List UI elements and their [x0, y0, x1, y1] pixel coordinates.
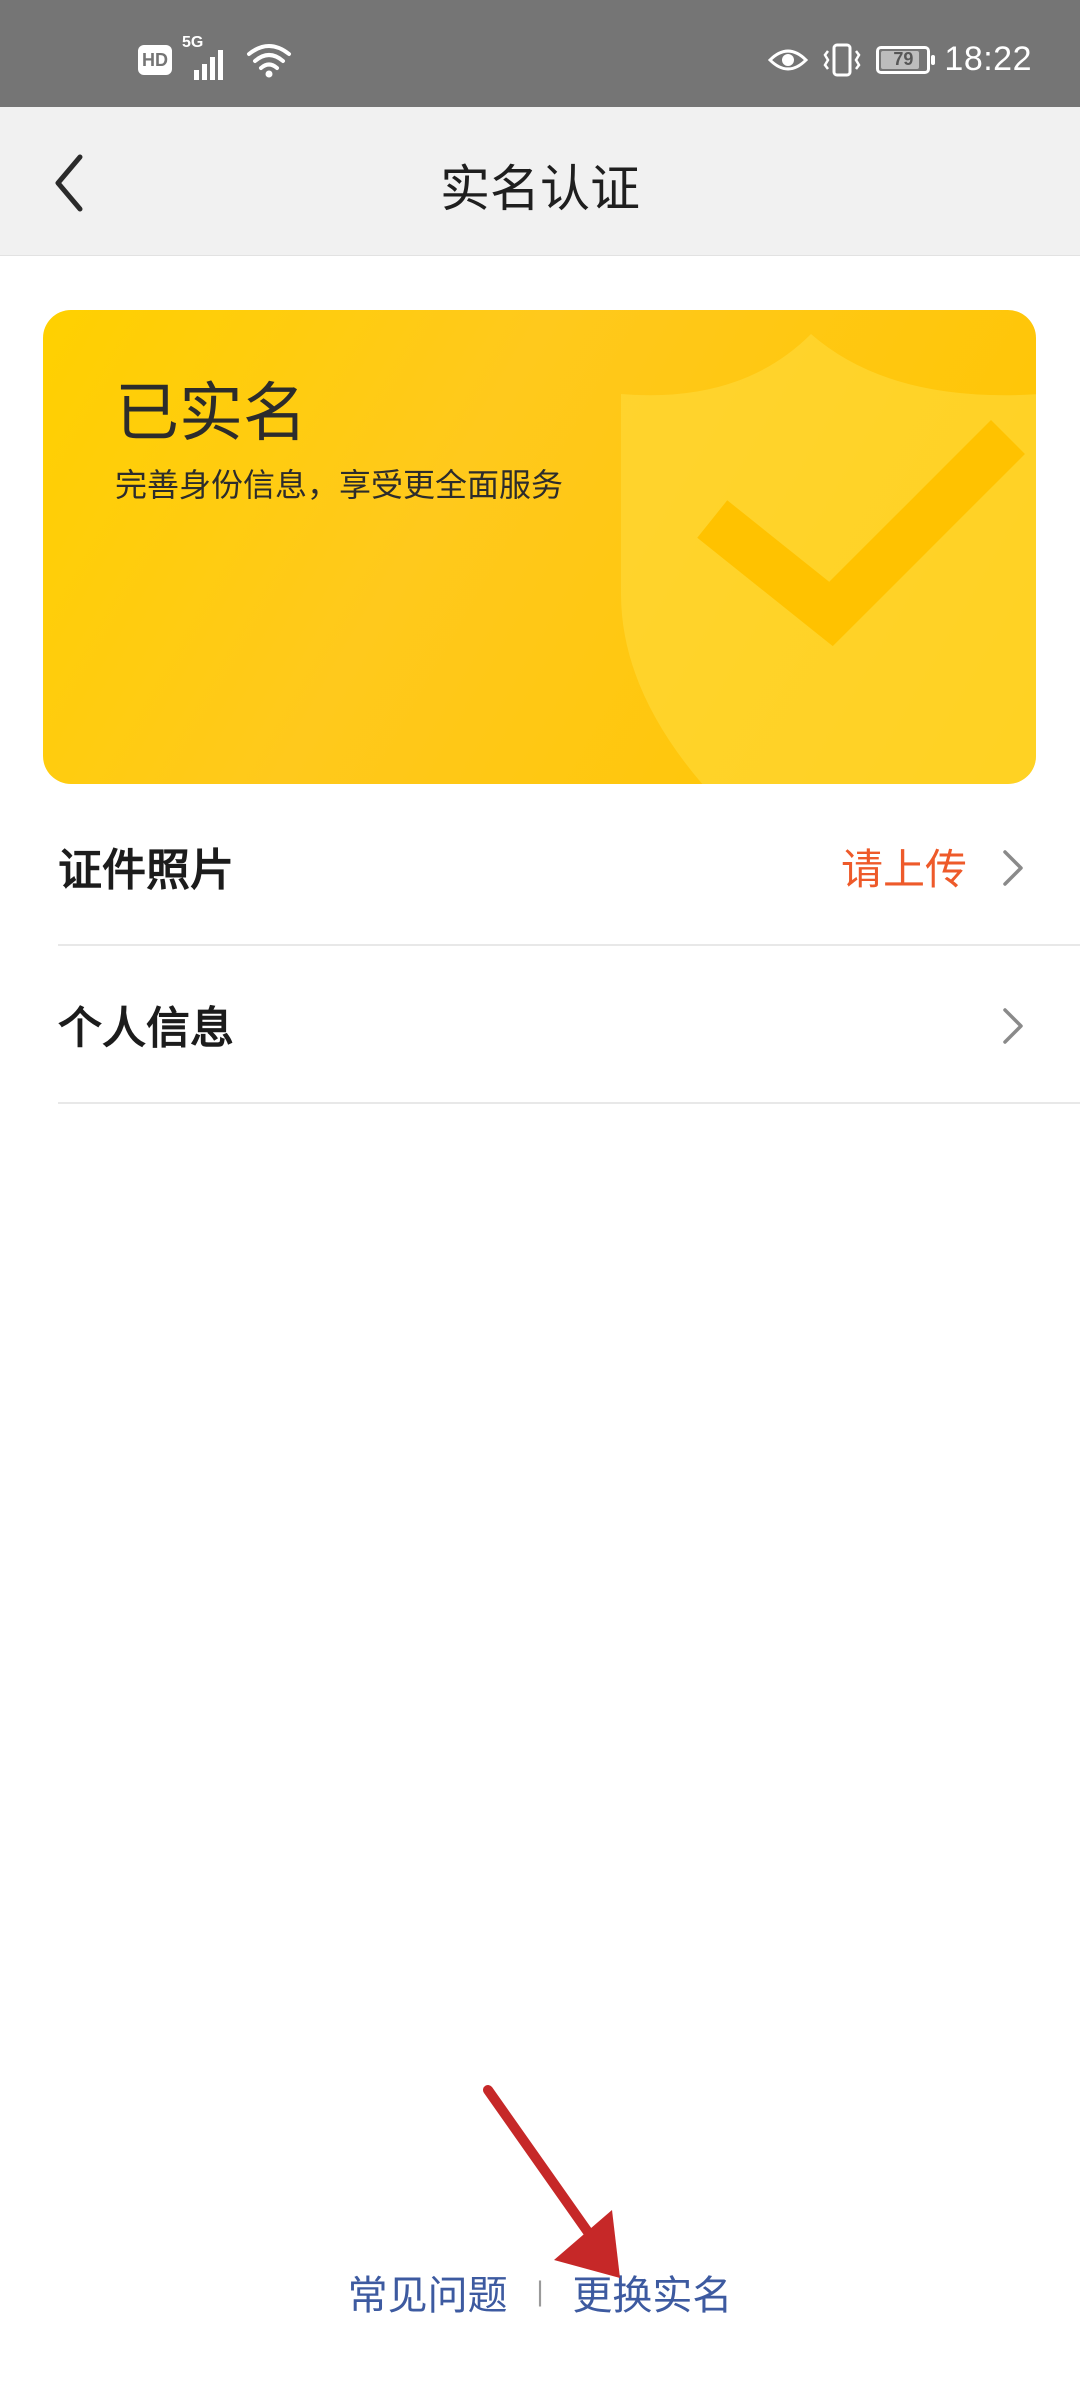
wifi-icon	[247, 44, 291, 78]
chevron-right-icon	[1003, 850, 1023, 886]
signal-5g-icon: 5G	[182, 34, 236, 80]
battery-level: 79	[893, 49, 914, 69]
arrow-annotation-icon	[483, 2085, 620, 2278]
hd-label: HD	[142, 49, 168, 70]
eye-icon	[768, 49, 809, 70]
nav-bar: 实名认证	[0, 107, 1080, 256]
upload-status: 请上传	[840, 845, 967, 894]
list-item-label: 证件照片	[58, 845, 234, 896]
hd-icon: HD	[138, 45, 172, 75]
shield-check-icon	[621, 334, 1036, 784]
footer-divider: |	[535, 2277, 545, 2307]
list-item-id-photo[interactable]: 证件照片 请上传	[58, 790, 1080, 946]
verified-card: 已实名 完善身份信息，享受更全面服务	[43, 310, 1036, 784]
list-item-personal-info[interactable]: 个人信息	[58, 948, 1080, 1104]
vibrate-icon	[823, 43, 861, 76]
status-bar: HD 5G 79 18:22	[0, 0, 1080, 107]
chevron-right-icon	[1003, 1008, 1023, 1044]
card-subtitle: 完善身份信息，享受更全面服务	[115, 466, 564, 504]
list-item-label: 个人信息	[58, 1003, 234, 1054]
status-left: HD 5G	[138, 34, 292, 80]
battery-icon: 79	[876, 45, 936, 74]
card-title: 已实名	[115, 377, 307, 451]
status-right: 79 18:22	[768, 40, 1032, 79]
page-title: 实名认证	[440, 160, 640, 218]
network-label: 5G	[182, 34, 204, 51]
clock: 18:22	[944, 40, 1032, 78]
